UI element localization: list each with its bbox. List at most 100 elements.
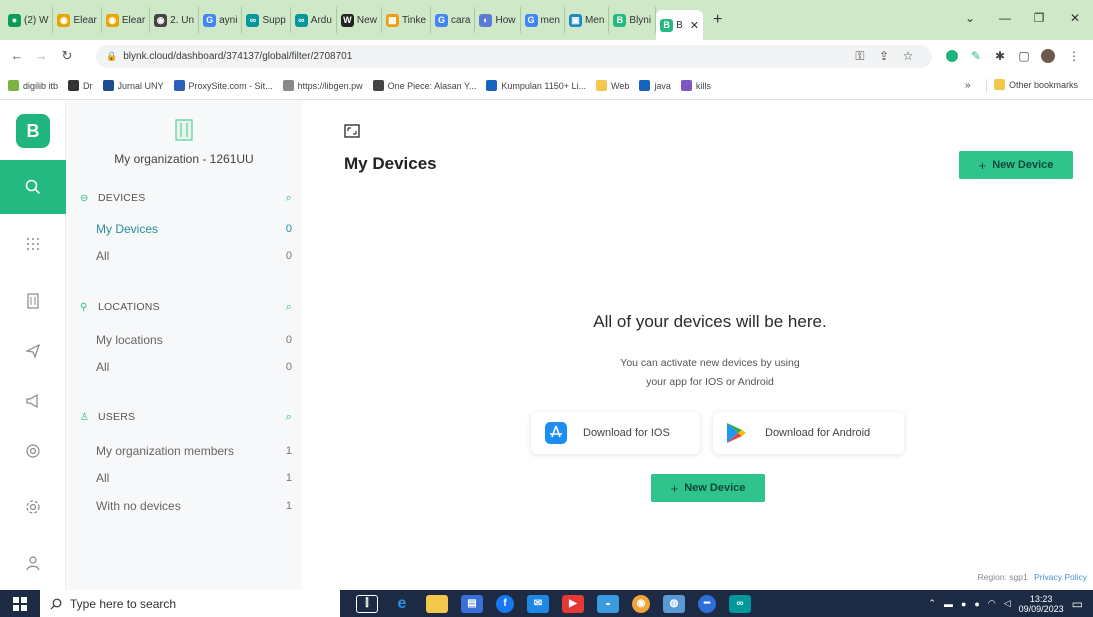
tray-chevron-icon[interactable]: ⌃ — [928, 598, 936, 609]
tray-app-icon[interactable]: ● — [961, 599, 966, 609]
notification-icon[interactable]: ▭ — [1072, 597, 1083, 611]
extensions-puzzle-icon[interactable]: ✱ — [992, 49, 1008, 63]
browser-tab[interactable]: ▣ Men — [565, 7, 610, 33]
new-device-button-center[interactable]: + New Device — [651, 474, 765, 502]
browser-tab[interactable]: ● (2) W — [4, 7, 54, 33]
bookmark-item[interactable]: Kumpulan 1150+ Li... — [486, 80, 586, 91]
devices-search-icon[interactable]: ⌕ — [286, 192, 292, 205]
chrome-icon[interactable]: ◉ — [632, 594, 650, 613]
tab-search-icon[interactable]: ⌄ — [955, 8, 985, 28]
blynk-logo-icon[interactable]: B — [16, 114, 50, 148]
bookmark-item[interactable]: java — [639, 80, 671, 91]
sidebar-item-my-devices[interactable]: My Devices 0 — [96, 220, 292, 238]
tray-app2-icon[interactable]: ● — [974, 599, 979, 609]
browser-tab[interactable]: ∞ Ardu — [291, 7, 337, 33]
facebook-icon[interactable]: f — [496, 594, 514, 613]
profile-avatar-icon[interactable] — [1040, 49, 1056, 63]
sidebar-item-all-users[interactable]: All 1 — [96, 469, 292, 487]
browser-tab-active[interactable]: B B ✕ — [656, 10, 703, 40]
mail-icon[interactable]: ✉ — [527, 594, 549, 613]
privacy-policy-link[interactable]: Privacy Policy — [1034, 572, 1087, 582]
tray-battery-icon[interactable]: ▬ — [944, 599, 953, 609]
rail-send-icon[interactable] — [22, 340, 44, 362]
key-icon[interactable]: ⚿ — [852, 49, 868, 63]
sidebar-item-count: 0 — [285, 361, 292, 373]
restore-icon[interactable]: ❐ — [1024, 8, 1054, 28]
rail-building-icon[interactable] — [22, 290, 44, 312]
browser-tab[interactable]: ∞ Supp — [242, 7, 291, 33]
rail-megaphone-icon[interactable] — [22, 390, 44, 412]
minimize-icon[interactable]: — — [990, 8, 1020, 28]
edge-browser-icon[interactable]: e — [391, 595, 413, 613]
browser-tab[interactable]: ◉ Elear — [102, 7, 151, 33]
new-tab-button[interactable]: + — [713, 11, 722, 29]
app-blue-icon[interactable]: ━ — [698, 594, 716, 613]
extension-feather-icon[interactable]: ✎ — [968, 49, 984, 63]
arduino-icon[interactable]: ∞ — [729, 594, 751, 613]
sidebar-item-all-locations[interactable]: All 0 — [96, 358, 292, 376]
more-bookmarks-icon[interactable]: » — [965, 80, 971, 91]
bookmark-star-icon[interactable]: ☆ — [900, 49, 916, 63]
bookmark-item[interactable]: Dr — [68, 80, 93, 91]
new-device-button[interactable]: + New Device — [959, 151, 1073, 179]
tray-network-icon[interactable]: ◠ — [988, 598, 996, 609]
task-view-icon[interactable]: ⫿ — [356, 594, 378, 613]
browser-tab[interactable]: B Blyni — [609, 7, 657, 33]
bookmark-favicon-icon — [372, 80, 384, 91]
back-icon[interactable]: ← — [6, 48, 28, 63]
tray-volume-icon[interactable]: ◁ — [1004, 598, 1011, 609]
download-ios-button[interactable]: Download for IOS — [531, 412, 700, 454]
browser-tab[interactable]: Gcara — [431, 7, 476, 33]
browser-tab[interactable]: ◉ Elear — [53, 7, 102, 33]
photos-app-icon[interactable]: ◒ — [597, 594, 619, 613]
rail-settings-icon[interactable] — [22, 496, 44, 518]
browser-tab[interactable]: Gmen — [521, 7, 565, 33]
browser-tab[interactable]: ◉ 2. Un — [150, 7, 200, 33]
sidebar-item-no-devices[interactable]: With no devices 1 — [96, 497, 292, 515]
file-explorer-icon[interactable] — [426, 594, 448, 613]
taskbar-search-box[interactable]: Type here to search — [40, 590, 340, 617]
bookmark-item[interactable]: ProxySite.com - Sit... — [173, 80, 273, 91]
sidebar-item-org-members[interactable]: My organization members 1 — [96, 442, 292, 460]
bookmark-item[interactable]: Web — [596, 80, 629, 91]
extension-green-icon[interactable] — [944, 49, 960, 63]
windows-start-button[interactable] — [0, 590, 40, 617]
sidebar-item-my-locations[interactable]: My locations 0 — [96, 331, 292, 349]
browser-tab[interactable]: ◐ How — [475, 7, 521, 33]
bookmark-item[interactable]: One Piece: Alasan Y... — [372, 80, 476, 91]
url-text: blynk.cloud/dashboard/374137/global/filt… — [123, 51, 353, 62]
browser-tab[interactable]: ▦ Tinke — [382, 7, 432, 33]
bookmark-item[interactable]: kills — [680, 80, 711, 91]
tab-close-icon[interactable]: ✕ — [690, 19, 699, 32]
users-search-icon[interactable]: ⌕ — [286, 411, 292, 424]
expand-icon[interactable] — [344, 124, 360, 138]
bookmark-item[interactable]: Jurnal UNY — [102, 80, 164, 91]
chrome-profile-icon[interactable]: ◍ — [663, 594, 685, 613]
store-icon[interactable]: ▤ — [461, 594, 483, 613]
other-bookmarks[interactable]: Other bookmarks — [994, 79, 1078, 90]
browser-tab[interactable]: W New — [337, 7, 382, 33]
browser-menu-icon[interactable]: ⋮ — [1066, 49, 1082, 63]
download-android-button[interactable]: Download for Android — [713, 412, 904, 454]
screen: ● (2) W ◉ Elear ◉ Elear ◉ 2. Un Gayni ∞ Supp ∞ Ardu W… — [0, 0, 1093, 617]
rail-devices-grid-icon[interactable] — [22, 233, 44, 255]
locations-search-icon[interactable]: ⌕ — [286, 301, 292, 314]
bookmark-item[interactable]: digilib itb — [8, 80, 58, 91]
address-bar[interactable]: 🔒 blynk.cloud/dashboard/374137/global/fi… — [96, 45, 932, 68]
forward-icon[interactable]: → — [30, 48, 52, 63]
rail-search-button[interactable] — [0, 160, 66, 214]
share-icon[interactable]: ⇪ — [876, 49, 892, 63]
side-panel-icon[interactable]: ▢ — [1016, 49, 1032, 63]
bookmark-item[interactable]: https://libgen.pw — [282, 80, 363, 91]
reload-icon[interactable]: ↻ — [56, 48, 78, 64]
other-bookmarks-label: Other bookmarks — [1009, 79, 1079, 90]
browser-tab[interactable]: Gayni — [199, 7, 243, 33]
rail-user-icon[interactable] — [22, 552, 44, 574]
rail-help-icon[interactable] — [22, 440, 44, 462]
bookmark-favicon-icon — [486, 80, 498, 91]
window-close-icon[interactable]: ✕ — [1060, 8, 1090, 28]
youtube-icon[interactable]: ▶ — [562, 594, 584, 613]
taskbar-clock[interactable]: 13:23 09/09/2023 — [1019, 594, 1064, 614]
clock-date: 09/09/2023 — [1018, 603, 1064, 614]
sidebar-item-all-devices[interactable]: All 0 — [96, 247, 292, 265]
